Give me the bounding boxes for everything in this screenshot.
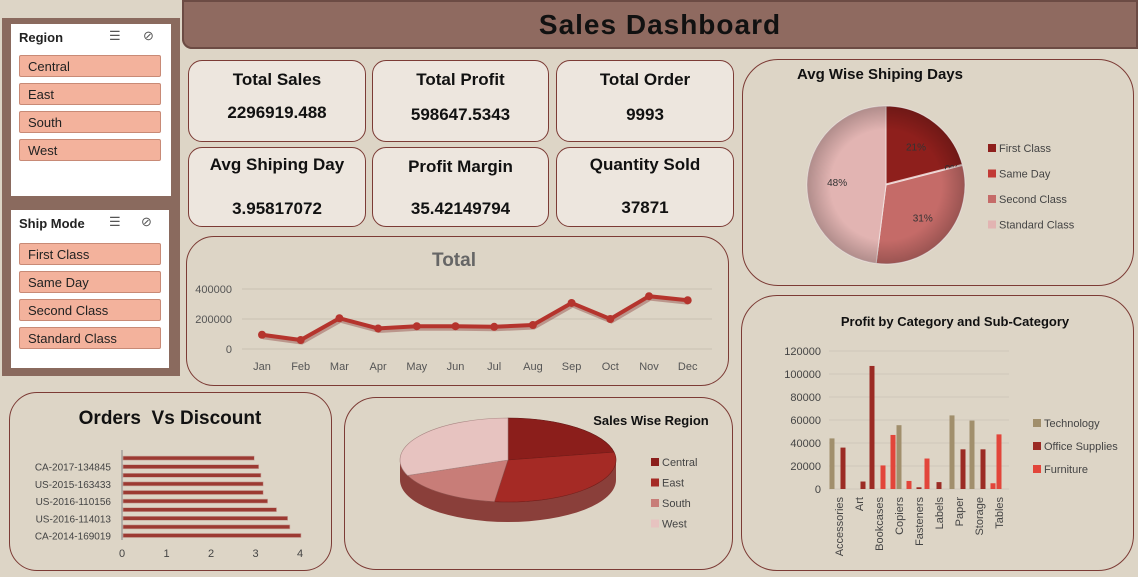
ship-mode-item-second-class[interactable]: Second Class [19,299,161,321]
ship-mode-item-standard-class[interactable]: Standard Class [19,327,161,349]
ship-mode-item-first-class[interactable]: First Class [19,243,161,265]
kpi-avg-shipping-day: Avg Shiping Day 3.95817072 [188,147,366,227]
kpi-value: 37871 [621,198,669,217]
kpi-value: 3.95817072 [232,199,322,218]
line-chart-panel [186,236,729,386]
ship-mode-slicer-header: Ship Mode [19,216,85,231]
dashboard-title-bar: Sales Dashboard [182,0,1138,49]
kpi-value: 2296919.488 [227,103,327,122]
orders-discount-panel [9,392,332,571]
kpi-value: 598647.5343 [410,105,511,124]
ship-mode-slicer: Ship Mode ☰ ⊘ First Class Same Day Secon… [11,210,169,368]
clear-filter-icon[interactable]: ⊘ [143,28,154,44]
kpi-label: Total Order [599,70,691,89]
profit-bar-panel [741,295,1134,571]
region-slicer: Region ☰ ⊘ Central East South West [11,24,171,196]
kpi-value: 9993 [626,105,664,124]
region-item-east[interactable]: East [19,83,161,105]
region-item-west[interactable]: West [19,139,161,161]
dashboard-title: Sales Dashboard [538,9,782,40]
kpi-value: 35.42149794 [410,199,511,218]
kpi-profit-margin: Profit Margin 35.42149794 [372,147,549,227]
kpi-label: Avg Shiping Day [209,155,345,174]
multi-select-icon[interactable]: ☰ [109,28,121,44]
clear-filter-icon[interactable]: ⊘ [141,214,152,230]
kpi-label: Total Sales [232,70,322,89]
region-item-south[interactable]: South [19,111,161,133]
kpi-total-order: Total Order 9993 [556,60,734,142]
kpi-label: Quantity Sold [589,155,701,174]
multi-select-icon[interactable]: ☰ [109,214,121,230]
kpi-total-sales: Total Sales 2296919.488 [188,60,366,142]
region-slicer-header: Region [19,30,64,45]
region-pie-panel [344,397,733,570]
kpi-total-profit: Total Profit 598647.5343 [372,60,549,142]
kpi-label: Total Profit [416,70,505,89]
kpi-label: Profit Margin [408,157,513,176]
ship-mode-item-same-day[interactable]: Same Day [19,271,161,293]
region-item-central[interactable]: Central [19,55,161,77]
shipping-pie-panel [742,59,1134,286]
kpi-quantity-sold: Quantity Sold 37871 [556,147,734,227]
